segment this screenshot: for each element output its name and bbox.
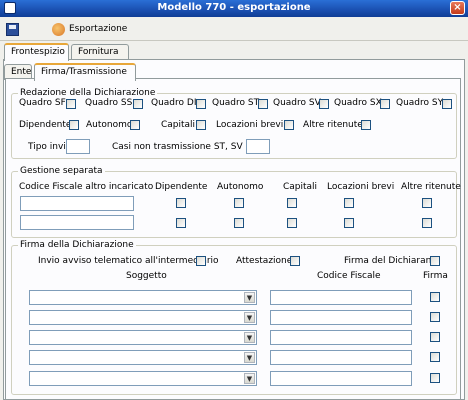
codice-fiscale-input-3[interactable]	[270, 330, 412, 345]
firma-dichiarante-label: Firma del Dichiarante	[344, 256, 441, 266]
capitali-label: Capitali	[161, 120, 196, 130]
codice-fiscale-input-2[interactable]	[270, 310, 412, 325]
firma-title: Firma della Dichiarazione	[18, 240, 136, 250]
quadro-sx-checkbox[interactable]	[380, 99, 390, 109]
autonomo-label: Autonomo	[86, 120, 133, 130]
altre-ritenute-checkbox[interactable]	[361, 120, 371, 130]
export-icon	[52, 22, 65, 36]
chevron-down-icon[interactable]: ▼	[244, 373, 255, 384]
soggetto-select-2[interactable]: ▼	[29, 310, 257, 325]
gs-dipendente-checkbox-1[interactable]	[176, 198, 186, 208]
close-button[interactable]: ×	[450, 1, 465, 15]
gs-dipendente-header: Dipendente	[155, 182, 208, 192]
soggetto-select-1[interactable]: ▼	[29, 290, 257, 305]
altre-ritenute-label: Altre ritenute	[303, 120, 363, 130]
quadro-sf-checkbox[interactable]	[66, 99, 76, 109]
soggetto-header: Soggetto	[126, 271, 167, 281]
tipo-invio-label: Tipo invio	[28, 142, 72, 152]
attestazione-label: Attestazione	[236, 256, 293, 266]
soggetto-select-5[interactable]: ▼	[29, 371, 257, 386]
gs-autonomo-checkbox-2[interactable]	[234, 218, 244, 228]
codice-fiscale-incaricato-header: Codice Fiscale altro incaricato	[19, 182, 154, 192]
window-title: Modello 770 - esportazione	[157, 2, 311, 13]
gs-locazioni-checkbox-1[interactable]	[344, 198, 354, 208]
codice-fiscale-input-5[interactable]	[270, 371, 412, 386]
save-icon	[6, 22, 19, 36]
chevron-down-icon[interactable]: ▼	[244, 352, 255, 363]
quadro-di-label: Quadro DI	[151, 98, 197, 108]
firma-checkbox-2[interactable]	[430, 312, 440, 322]
firma-checkbox-3[interactable]	[430, 332, 440, 342]
redazione-title: Redazione della Dichiarazione	[18, 88, 158, 98]
gs-dipendente-checkbox-2[interactable]	[176, 218, 186, 228]
invio-avviso-checkbox[interactable]	[196, 256, 206, 266]
casi-non-trasmissione-label: Casi non trasmissione ST, SV e SX	[112, 142, 266, 152]
casi-non-trasmissione-input[interactable]	[246, 139, 270, 154]
title-bar: Modello 770 - esportazione ×	[0, 0, 468, 17]
locazioni-brevi-label: Locazioni brevi	[216, 120, 284, 130]
quadro-sy-label: Quadro SY	[396, 98, 444, 108]
tab-fornitura[interactable]: Fornitura	[71, 44, 129, 60]
firma-checkbox-1[interactable]	[430, 292, 440, 302]
codice-fiscale-header: Codice Fiscale	[317, 271, 381, 281]
tab-firma-trasmissione[interactable]: Firma/Trasmissione	[34, 63, 136, 81]
firma-header: Firma	[423, 271, 448, 281]
codice-fiscale-input-1[interactable]	[270, 290, 412, 305]
locazioni-brevi-checkbox[interactable]	[284, 120, 294, 130]
quadro-ss-label: Quadro SS	[85, 98, 133, 108]
firma-checkbox-4[interactable]	[430, 352, 440, 362]
firma-dichiarante-checkbox[interactable]	[430, 256, 440, 266]
gs-capitali-checkbox-2[interactable]	[287, 218, 297, 228]
gs-autonomo-checkbox-1[interactable]	[234, 198, 244, 208]
tipo-invio-input[interactable]	[66, 139, 90, 154]
attestazione-checkbox[interactable]	[290, 256, 300, 266]
quadro-sv-label: Quadro SV	[273, 98, 321, 108]
invio-avviso-label: Invio avviso telematico all'intermediari…	[38, 256, 219, 266]
dipendente-checkbox[interactable]	[69, 120, 79, 130]
export-button[interactable]: Esportazione	[52, 21, 127, 37]
quadro-sx-label: Quadro SX	[334, 98, 382, 108]
chevron-down-icon[interactable]: ▼	[244, 312, 255, 323]
soggetto-select-4[interactable]: ▼	[29, 350, 257, 365]
quadro-st-checkbox[interactable]	[258, 99, 268, 109]
dipendente-label: Dipendente	[19, 120, 72, 130]
chevron-down-icon[interactable]: ▼	[244, 292, 255, 303]
autonomo-checkbox[interactable]	[130, 120, 140, 130]
capitali-checkbox[interactable]	[196, 120, 206, 130]
gs-capitali-header: Capitali	[283, 182, 318, 192]
gs-locazioni-header: Locazioni brevi	[327, 182, 395, 192]
gs-altre-checkbox-1[interactable]	[422, 198, 432, 208]
quadro-sv-checkbox[interactable]	[319, 99, 329, 109]
quadro-sy-checkbox[interactable]	[442, 99, 452, 109]
quadro-ss-checkbox[interactable]	[133, 99, 143, 109]
quadro-di-checkbox[interactable]	[196, 99, 206, 109]
firma-checkbox-5[interactable]	[430, 373, 440, 383]
codice-fiscale-incaricato-input-1[interactable]	[20, 196, 134, 211]
save-button[interactable]	[6, 21, 19, 37]
gestione-separata-title: Gestione separata	[18, 166, 105, 176]
chevron-down-icon[interactable]: ▼	[244, 332, 255, 343]
tab-frontespizio[interactable]: Frontespizio	[4, 43, 69, 61]
codice-fiscale-incaricato-input-2[interactable]	[20, 215, 134, 230]
gs-locazioni-checkbox-2[interactable]	[344, 218, 354, 228]
codice-fiscale-input-4[interactable]	[270, 350, 412, 365]
quadro-sf-label: Quadro SF	[19, 98, 66, 108]
gs-capitali-checkbox-1[interactable]	[287, 198, 297, 208]
toolbar: Esportazione	[0, 17, 468, 41]
gs-altre-checkbox-2[interactable]	[422, 218, 432, 228]
quadro-st-label: Quadro ST	[212, 98, 260, 108]
export-label: Esportazione	[69, 24, 128, 34]
gs-altre-header: Altre ritenute	[401, 182, 461, 192]
soggetto-select-3[interactable]: ▼	[29, 330, 257, 345]
gs-autonomo-header: Autonomo	[217, 182, 264, 192]
